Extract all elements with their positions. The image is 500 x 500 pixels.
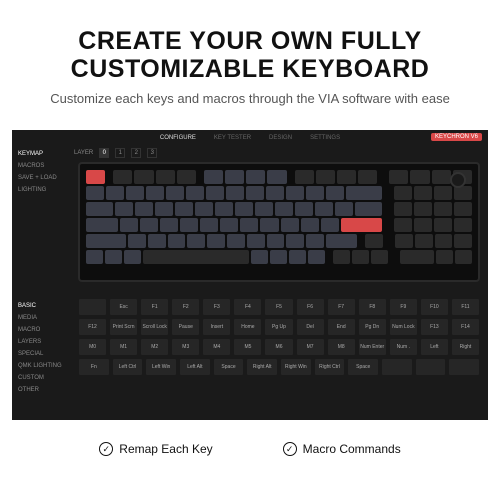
cat-media[interactable]: MEDIA: [12, 312, 70, 324]
palette-key[interactable]: [448, 358, 480, 376]
palette-key[interactable]: [415, 358, 447, 376]
palette-key[interactable]: Fn: [78, 358, 110, 376]
palette-key[interactable]: F5: [264, 298, 293, 316]
hero-title: CREATE YOUR OWN FULLYCUSTOMIZABLE KEYBOA…: [20, 28, 480, 83]
check-icon: ✓: [283, 442, 297, 456]
palette-key[interactable]: Space: [347, 358, 379, 376]
layer-selector: LAYER 0 1 2 3: [74, 148, 157, 158]
cat-special[interactable]: SPECIAL: [12, 348, 70, 360]
palette-key[interactable]: Pause: [171, 318, 200, 336]
palette-key[interactable]: [78, 298, 107, 316]
nav-keytester[interactable]: KEY TESTER: [214, 135, 251, 141]
palette-key[interactable]: Num Enter: [358, 338, 387, 356]
layer-3[interactable]: 3: [147, 148, 157, 158]
nav-design[interactable]: DESIGN: [269, 135, 292, 141]
top-nav: CONFIGURE KEY TESTER DESIGN SETTINGS: [12, 130, 488, 146]
palette-key[interactable]: Pg Up: [264, 318, 293, 336]
nav-configure[interactable]: CONFIGURE: [160, 135, 196, 141]
palette-key[interactable]: Scroll Lock: [140, 318, 169, 336]
feature-row: ✓Remap Each Key ✓Macro Commands: [0, 438, 500, 456]
sidebar-lighting[interactable]: LIGHTING: [12, 184, 70, 196]
sidebar-keymap[interactable]: KEYMAP: [12, 148, 70, 160]
palette-key[interactable]: Right Alt: [246, 358, 278, 376]
palette-key[interactable]: Left Alt: [179, 358, 211, 376]
nav-settings[interactable]: SETTINGS: [310, 135, 340, 141]
via-app-screenshot: KEYCHRON V6 CONFIGURE KEY TESTER DESIGN …: [12, 130, 488, 420]
cat-other[interactable]: OTHER: [12, 384, 70, 396]
palette-key[interactable]: Del: [296, 318, 325, 336]
palette-key[interactable]: Left Win: [145, 358, 177, 376]
palette-key[interactable]: Right Ctrl: [314, 358, 346, 376]
palette-key[interactable]: M2: [140, 338, 169, 356]
layer-2[interactable]: 2: [131, 148, 141, 158]
palette-key[interactable]: F11: [451, 298, 480, 316]
cat-basic[interactable]: BASIC: [12, 300, 70, 312]
palette-key[interactable]: Space: [213, 358, 245, 376]
palette-key[interactable]: F9: [389, 298, 418, 316]
cat-macro[interactable]: MACRO: [12, 324, 70, 336]
palette-key[interactable]: Print Scrn: [109, 318, 138, 336]
palette-key[interactable]: F14: [451, 318, 480, 336]
device-badge: KEYCHRON V6: [431, 133, 482, 141]
palette-key[interactable]: M1: [109, 338, 138, 356]
sidebar-lower: BASIC MEDIA MACRO LAYERS SPECIAL QMK LIG…: [12, 300, 70, 396]
palette-key[interactable]: Num Lock: [389, 318, 418, 336]
palette-key[interactable]: Left Ctrl: [112, 358, 144, 376]
check-icon: ✓: [99, 442, 113, 456]
palette-key[interactable]: F6: [296, 298, 325, 316]
palette-key[interactable]: Insert: [202, 318, 231, 336]
palette-key[interactable]: F4: [233, 298, 262, 316]
cat-qmk[interactable]: QMK LIGHTING: [12, 360, 70, 372]
sidebar-upper: KEYMAP MACROS SAVE + LOAD LIGHTING: [12, 148, 70, 196]
palette-key[interactable]: M5: [233, 338, 262, 356]
palette-key[interactable]: End: [327, 318, 356, 336]
rotary-knob[interactable]: [450, 172, 466, 188]
key-palette: EscF1F2F3F4F5F6F7F8F9F10F11 F12Print Scrn…: [78, 298, 480, 414]
palette-key[interactable]: F10: [420, 298, 449, 316]
palette-key[interactable]: M0: [78, 338, 107, 356]
cat-layers[interactable]: LAYERS: [12, 336, 70, 348]
palette-key[interactable]: M6: [264, 338, 293, 356]
palette-key[interactable]: Home: [233, 318, 262, 336]
palette-key[interactable]: F3: [202, 298, 231, 316]
feature-macro: ✓Macro Commands: [283, 442, 401, 456]
palette-key[interactable]: M4: [202, 338, 231, 356]
palette-key[interactable]: F2: [171, 298, 200, 316]
palette-key[interactable]: Right Win: [280, 358, 312, 376]
palette-key[interactable]: [381, 358, 413, 376]
palette-key[interactable]: M7: [296, 338, 325, 356]
palette-key[interactable]: F13: [420, 318, 449, 336]
hero-subtitle: Customize each keys and macros through t…: [20, 91, 480, 106]
sidebar-macros[interactable]: MACROS: [12, 160, 70, 172]
palette-key[interactable]: Esc: [109, 298, 138, 316]
palette-key[interactable]: M3: [171, 338, 200, 356]
palette-key[interactable]: Pg Dn: [358, 318, 387, 336]
layer-0[interactable]: 0: [99, 148, 109, 158]
palette-key[interactable]: Left: [420, 338, 449, 356]
palette-key[interactable]: Right: [451, 338, 480, 356]
palette-key[interactable]: F1: [140, 298, 169, 316]
feature-remap: ✓Remap Each Key: [99, 442, 212, 456]
cat-custom[interactable]: CUSTOM: [12, 372, 70, 384]
palette-key[interactable]: M8: [327, 338, 356, 356]
palette-key[interactable]: F8: [358, 298, 387, 316]
palette-key[interactable]: F12: [78, 318, 107, 336]
sidebar-saveload[interactable]: SAVE + LOAD: [12, 172, 70, 184]
palette-key[interactable]: Num .: [389, 338, 418, 356]
palette-key[interactable]: F7: [327, 298, 356, 316]
keyboard-preview: [78, 162, 480, 282]
layer-1[interactable]: 1: [115, 148, 125, 158]
